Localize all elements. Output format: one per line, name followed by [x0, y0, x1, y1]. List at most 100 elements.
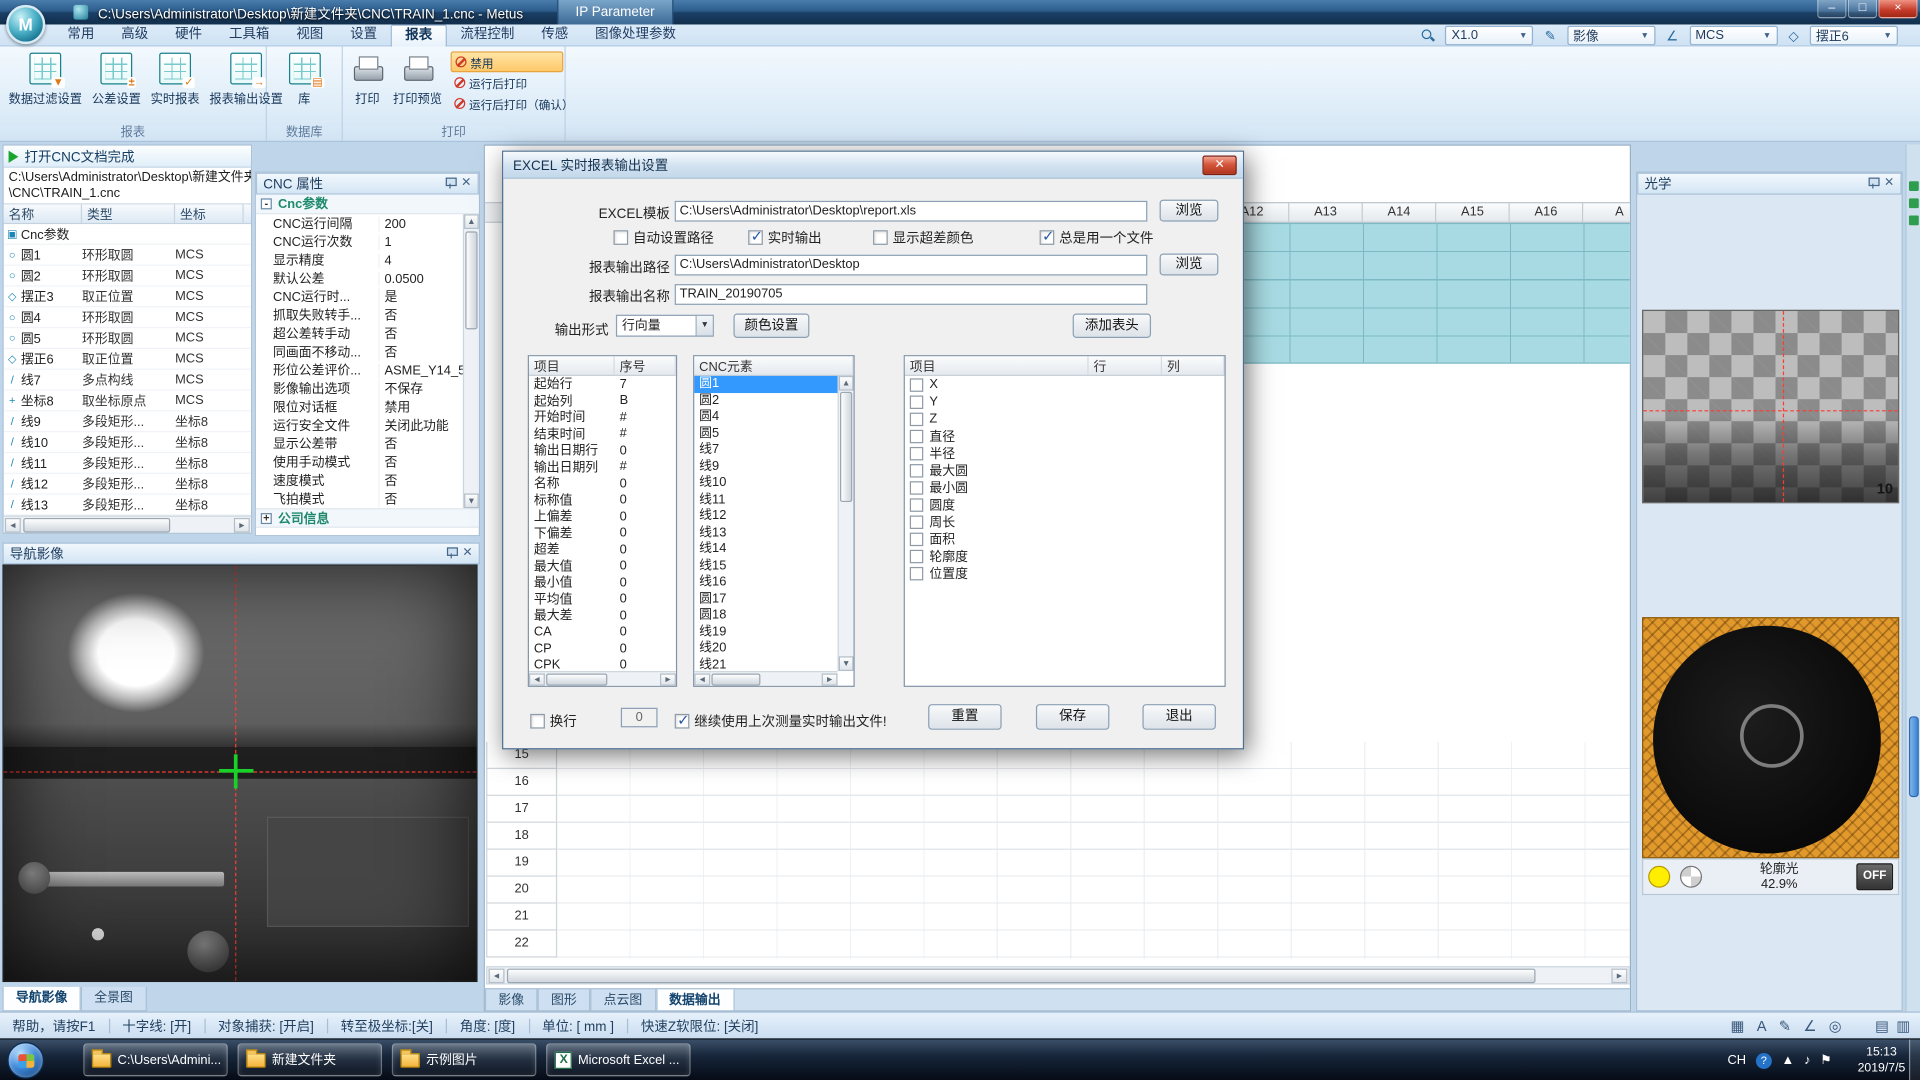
property-row[interactable]: 运行安全文件 关闭此功能 — [256, 416, 465, 434]
filled-data-cells[interactable] — [1216, 223, 1631, 364]
close-icon[interactable]: ✕ — [462, 547, 472, 559]
maximize-button[interactable]: □ — [1848, 0, 1877, 18]
report-item-row[interactable]: CP 0 — [529, 640, 676, 657]
ring-light-icon[interactable] — [1648, 866, 1670, 888]
output-field-row[interactable]: 最小圆 — [905, 479, 1225, 496]
zoom-combo[interactable]: X1.0▼ — [1445, 26, 1533, 46]
wrap-line-checkbox[interactable]: 换行 — [530, 711, 577, 731]
output-form-dropdown[interactable]: 行向量 ▼ — [616, 315, 714, 337]
report-item-row[interactable]: 最大值 0 — [529, 558, 676, 575]
cnc-element-item[interactable]: 圆2 — [694, 392, 837, 409]
output-path-input[interactable]: C:\Users\Administrator\Desktop — [675, 255, 1148, 276]
report-item-row[interactable]: 最大差 0 — [529, 607, 676, 624]
props-section-company[interactable]: + 公司信息 — [256, 508, 479, 528]
list-horizontal-scrollbar[interactable]: ◄ ► — [694, 671, 837, 686]
output-field-row[interactable]: 半径 — [905, 444, 1225, 461]
panel-icon[interactable]: ▤ — [1875, 1017, 1889, 1034]
property-row[interactable]: 使用手动模式 否 — [256, 453, 465, 471]
pin-icon[interactable] — [445, 547, 456, 559]
property-row[interactable]: 形位公差评价... ASME_Y14_5 — [256, 361, 465, 379]
mcs-combo[interactable]: MCS▼ — [1689, 26, 1777, 46]
tree-row[interactable]: ◇ 摆正6 取正位置 MCS — [4, 349, 251, 370]
field-checkbox[interactable] — [910, 481, 923, 494]
property-row[interactable]: 显示精度 4 — [256, 251, 465, 269]
cnc-element-item[interactable]: 线10 — [694, 475, 837, 492]
property-row[interactable]: CNC运行间隔 200 — [256, 214, 465, 232]
ribbon-tab[interactable]: 硬件 — [162, 24, 216, 46]
ribbon-tab[interactable]: 流程控制 — [447, 24, 528, 46]
column-header[interactable]: A13 — [1289, 202, 1362, 223]
dialog-close-button[interactable]: ✕ — [1202, 156, 1236, 176]
list-vertical-scrollbar[interactable]: ▲ ▼ — [838, 376, 854, 671]
column-header[interactable]: A — [1583, 202, 1631, 223]
expand-icon[interactable]: + — [261, 512, 272, 523]
field-checkbox[interactable] — [910, 532, 923, 545]
cnc-element-item[interactable]: 圆4 — [694, 409, 837, 426]
list-horizontal-scrollbar[interactable]: ◄ ► — [529, 671, 676, 686]
report-item-row[interactable]: 起始行 7 — [529, 376, 676, 393]
column-header[interactable]: A16 — [1510, 202, 1583, 223]
sheet-grid[interactable] — [557, 742, 1631, 959]
view-tab[interactable]: 数据输出 — [656, 989, 734, 1011]
color-settings-button[interactable]: 颜色设置 — [733, 313, 809, 337]
target-icon[interactable]: ◎ — [1829, 1017, 1842, 1034]
field-checkbox[interactable] — [910, 566, 923, 579]
tree-horizontal-scrollbar[interactable]: ◄ ► — [4, 516, 251, 533]
property-row[interactable]: 同画面不移动... 否 — [256, 343, 465, 361]
field-checkbox[interactable] — [910, 412, 923, 425]
chevron-down-icon[interactable]: ▼ — [696, 316, 713, 336]
property-row[interactable]: 影像输出选项 不保存 — [256, 380, 465, 398]
browse-output-button[interactable]: 浏览 — [1160, 253, 1219, 275]
always-one-file-checkbox[interactable]: 总是用一个文件 — [1040, 228, 1154, 248]
cnc-element-item[interactable]: 线14 — [694, 541, 837, 558]
property-row[interactable]: 飞拍模式 否 — [256, 490, 465, 508]
scroll-left-icon[interactable]: ◄ — [489, 969, 505, 984]
output-name-input[interactable]: TRAIN_20190705 — [675, 284, 1148, 305]
wrap-count-input[interactable]: 0 — [621, 708, 658, 728]
row-header[interactable]: 17 — [486, 796, 557, 823]
taskbar-button[interactable]: Microsoft Excel ... — [546, 1043, 690, 1076]
output-field-row[interactable]: 圆度 — [905, 496, 1225, 513]
column-header[interactable]: A14 — [1363, 202, 1436, 223]
ribbon-tab[interactable]: 报表 — [391, 24, 447, 46]
magnified-pixel-view[interactable]: 10 — [1642, 310, 1899, 503]
cnc-element-item[interactable]: 线15 — [694, 558, 837, 575]
realtime-report-button[interactable]: ✓ 实时报表 — [147, 50, 203, 109]
reset-button[interactable]: 重置 — [928, 704, 1001, 730]
field-checkbox[interactable] — [910, 446, 923, 459]
output-field-row[interactable]: 轮廓度 — [905, 547, 1225, 564]
template-path-input[interactable]: C:\Users\Administrator\Desktop\report.xl… — [675, 201, 1148, 222]
collapse-icon[interactable]: - — [261, 198, 272, 209]
view-tab[interactable]: 影像 — [485, 989, 538, 1011]
ribbon-tab[interactable]: 图像处理参数 — [582, 24, 690, 46]
property-row[interactable]: 限位对话框 禁用 — [256, 398, 465, 416]
cnc-element-item[interactable]: 圆17 — [694, 591, 837, 608]
tool-icon[interactable] — [1909, 216, 1919, 226]
report-item-row[interactable]: 平均值 0 — [529, 591, 676, 608]
scrollbar-thumb[interactable] — [1909, 716, 1919, 797]
volume-icon[interactable]: ♪ — [1804, 1053, 1810, 1068]
ribbon-tab[interactable]: 工具箱 — [216, 24, 283, 46]
ribbon-tab[interactable]: 常用 — [54, 24, 108, 46]
ribbon-tab[interactable]: 视图 — [283, 24, 337, 46]
tree-row[interactable]: / 线7 多点构线 MCS — [4, 370, 251, 391]
output-field-row[interactable]: 最大圆 — [905, 462, 1225, 479]
report-item-row[interactable]: CA 0 — [529, 624, 676, 641]
property-row[interactable]: 速度模式 否 — [256, 471, 465, 489]
scroll-up-icon[interactable]: ▲ — [464, 214, 479, 229]
close-icon[interactable]: ✕ — [461, 178, 471, 190]
pin-icon[interactable] — [444, 178, 455, 190]
report-item-row[interactable]: 最小值 0 — [529, 574, 676, 591]
row-header[interactable]: 16 — [486, 769, 557, 796]
output-field-row[interactable]: Z — [905, 410, 1225, 427]
taskbar-button[interactable]: C:\Users\Admini... — [83, 1043, 227, 1076]
browse-template-button[interactable]: 浏览 — [1160, 200, 1219, 222]
property-row[interactable]: 抓取失败转手... 否 — [256, 306, 465, 324]
tree-row[interactable]: / 线13 多段矩形... 坐标8 — [4, 495, 251, 516]
props-vertical-scrollbar[interactable]: ▲ ▼ — [463, 214, 479, 508]
output-field-row[interactable]: Y — [905, 393, 1225, 410]
property-row[interactable]: 显示公差带 否 — [256, 435, 465, 453]
scroll-right-icon[interactable]: ► — [1611, 969, 1627, 984]
report-item-row[interactable]: 超差 0 — [529, 541, 676, 558]
realtime-output-checkbox[interactable]: 实时输出 — [748, 228, 821, 248]
